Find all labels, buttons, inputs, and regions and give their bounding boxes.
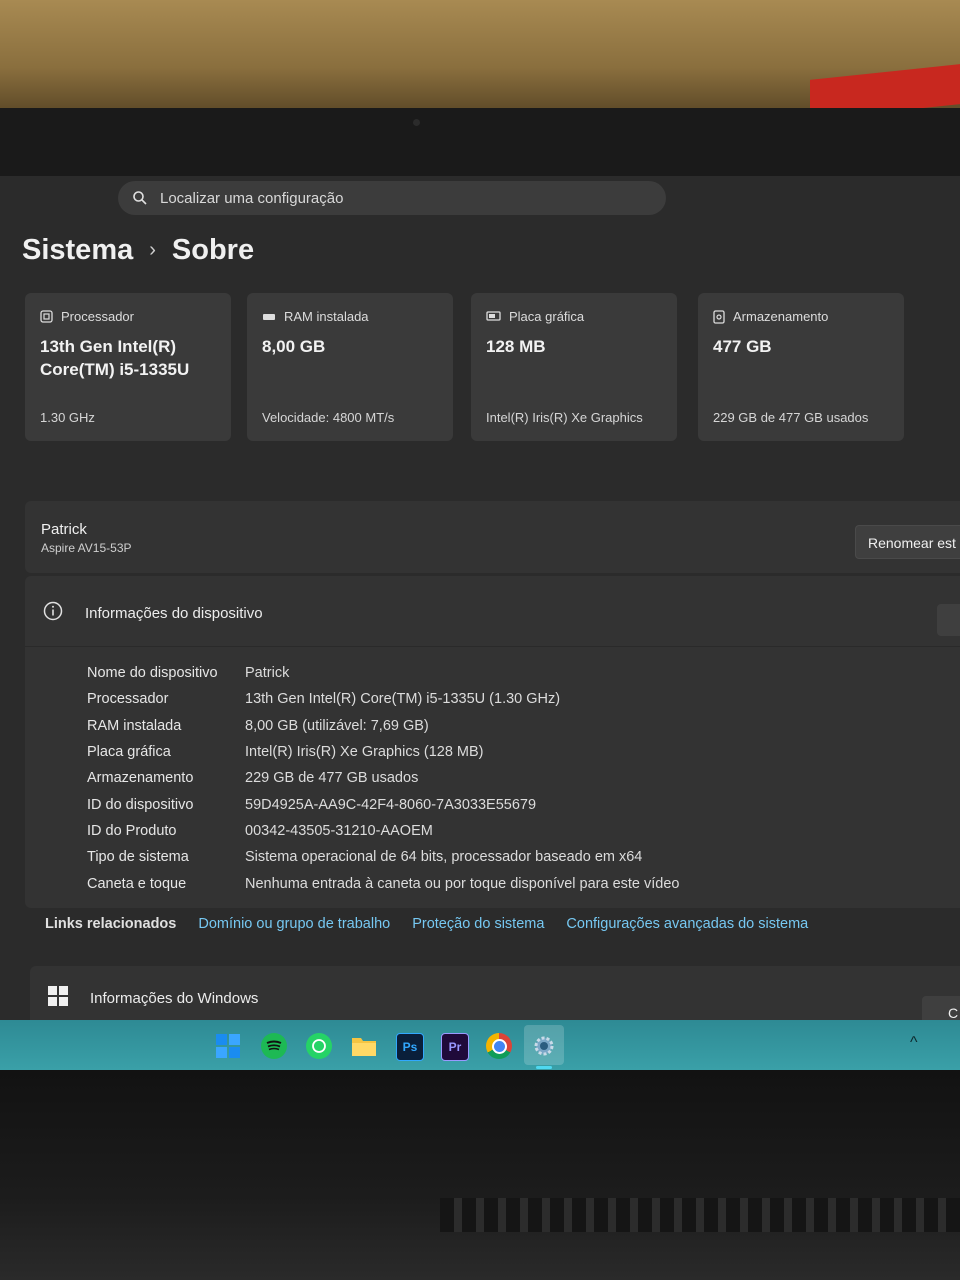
device-info-panel: Informações do dispositivo Nome do dispo… <box>25 576 960 908</box>
chevron-right-icon: › <box>149 239 156 261</box>
spec-value: 8,00 GB (utilizável: 7,69 GB) <box>245 717 429 734</box>
breadcrumb-parent[interactable]: Sistema <box>22 234 133 267</box>
card-title: RAM instalada <box>284 309 369 324</box>
card-storage: Armazenamento 477 GB 229 GB de 477 GB us… <box>698 293 904 441</box>
card-subtext: 229 GB de 477 GB usados <box>713 410 869 425</box>
processor-icon <box>40 310 53 323</box>
search-input[interactable]: Localizar uma configuração <box>118 181 666 215</box>
spec-row: Armazenamento 229 GB de 477 GB usados <box>87 765 680 791</box>
storage-icon <box>713 309 725 324</box>
spec-value: Intel(R) Iris(R) Xe Graphics (128 MB) <box>245 744 484 761</box>
laptop-lower-body <box>0 1070 960 1280</box>
photoshop-icon[interactable]: Ps <box>396 1033 424 1061</box>
related-links: Links relacionados Domínio ou grupo de t… <box>45 916 830 932</box>
device-name: Patrick <box>41 521 87 538</box>
spec-label: ID do Produto <box>87 822 177 839</box>
settings-window: Localizar uma configuração Sistema › Sob… <box>0 176 960 1022</box>
card-value: 128 MB <box>486 337 546 356</box>
info-icon <box>43 601 63 621</box>
related-links-label: Links relacionados <box>45 916 177 932</box>
link-system-protection[interactable]: Proteção do sistema <box>412 916 544 932</box>
spec-label: Armazenamento <box>87 770 194 787</box>
rename-button[interactable]: Renomear est <box>855 525 960 559</box>
windows-info-panel[interactable]: Informações do Windows C <box>30 966 960 1022</box>
spec-label: Nome do dispositivo <box>87 665 218 682</box>
spec-value: 00342-43505-31210-AAOEM <box>245 822 433 839</box>
spec-row: Nome do dispositivo Patrick <box>87 660 680 686</box>
spec-value: Nenhuma entrada à caneta ou por toque di… <box>245 875 680 892</box>
premiere-icon[interactable]: Pr <box>441 1033 469 1061</box>
card-value: 477 GB <box>713 337 772 356</box>
tray-chevron-up-icon[interactable]: ^ <box>910 1034 918 1052</box>
card-title: Armazenamento <box>733 309 829 324</box>
device-model: Aspire AV15-53P <box>41 541 132 555</box>
spec-value: 13th Gen Intel(R) Core(TM) i5-1335U (1.3… <box>245 691 561 708</box>
spec-label: Placa gráfica <box>87 744 171 761</box>
spec-label: Tipo de sistema <box>87 849 189 866</box>
windows-logo-icon <box>48 986 68 1006</box>
card-subtext: Intel(R) Iris(R) Xe Graphics <box>486 410 643 425</box>
spec-row: Caneta e toque Nenhuma entrada à caneta o… <box>87 870 680 896</box>
card-title: Processador <box>61 309 134 324</box>
spec-label: Processador <box>87 691 169 708</box>
device-info-header[interactable]: Informações do dispositivo <box>25 576 960 647</box>
laptop-bezel <box>0 108 960 178</box>
settings-gear-icon[interactable] <box>531 1033 557 1059</box>
laptop-vents <box>440 1198 960 1232</box>
spec-value: 59D4925A-AA9C-42F4-8060-7A3033E55679 <box>245 796 537 813</box>
copy-button[interactable] <box>937 604 960 636</box>
spec-row: Placa gráfica Intel(R) Iris(R) Xe Graphic… <box>87 739 680 765</box>
spec-row: Processador 13th Gen Intel(R) Core(TM) i5… <box>87 686 680 712</box>
ram-icon <box>263 313 275 320</box>
search-placeholder: Localizar uma configuração <box>160 189 344 207</box>
spec-row: ID do dispositivo 59D4925A-AA9C-42F4-8060… <box>87 791 680 817</box>
windows-copy-button[interactable]: C <box>922 996 960 1022</box>
card-subtext: Velocidade: 4800 MT/s <box>262 410 395 425</box>
gpu-icon <box>486 311 501 321</box>
search-icon <box>133 191 147 205</box>
chrome-icon[interactable] <box>486 1033 512 1059</box>
spec-value: 229 GB de 477 GB usados <box>245 770 419 787</box>
spec-label: RAM instalada <box>87 717 182 734</box>
device-info-title: Informações do dispositivo <box>85 605 263 622</box>
spec-value: Sistema operacional de 64 bits, processa… <box>245 849 643 866</box>
whatsapp-icon[interactable] <box>306 1033 332 1059</box>
spec-label: ID do dispositivo <box>87 796 194 813</box>
card-gpu: Placa gráfica 128 MB Intel(R) Iris(R) Xe… <box>471 293 677 441</box>
device-name-row: Patrick Aspire AV15-53P Renomear est <box>25 501 960 573</box>
windows-info-title: Informações do Windows <box>90 990 259 1007</box>
card-title: Placa gráfica <box>509 309 585 324</box>
card-value: 13th Gen Intel(R) Core(TM) i5-1335U <box>40 337 190 379</box>
spec-row: RAM instalada 8,00 GB (utilizável: 7,69 G… <box>87 713 680 739</box>
webcam <box>413 119 420 126</box>
taskbar: Ps Pr ^ <box>0 1020 960 1070</box>
spec-row: Tipo de sistema Sistema operacional de 64… <box>87 844 680 870</box>
spotify-icon[interactable] <box>261 1033 287 1059</box>
link-advanced-settings[interactable]: Configurações avançadas do sistema <box>566 916 808 932</box>
device-spec-table: Nome do dispositivo Patrick Processador 13… <box>87 660 680 897</box>
page-title: Sobre <box>171 234 255 266</box>
windows-start-icon[interactable] <box>215 1033 241 1059</box>
spec-value: Patrick <box>245 665 290 682</box>
link-domain-workgroup[interactable]: Domínio ou grupo de trabalho <box>198 916 390 932</box>
card-value: 8,00 GB <box>262 337 326 356</box>
card-ram: RAM instalada 8,00 GB Velocidade: 4800 M… <box>247 293 453 441</box>
card-subtext: 1.30 GHz <box>40 410 95 425</box>
spec-row: ID do Produto 00342-43505-31210-AAOEM <box>87 818 680 844</box>
spec-label: Caneta e toque <box>87 875 187 892</box>
file-explorer-icon[interactable] <box>351 1033 377 1059</box>
breadcrumb: Sistema › Sobre <box>22 234 254 267</box>
active-indicator <box>536 1066 552 1069</box>
card-processor: Processador 13th Gen Intel(R) Core(TM) i… <box>25 293 231 441</box>
